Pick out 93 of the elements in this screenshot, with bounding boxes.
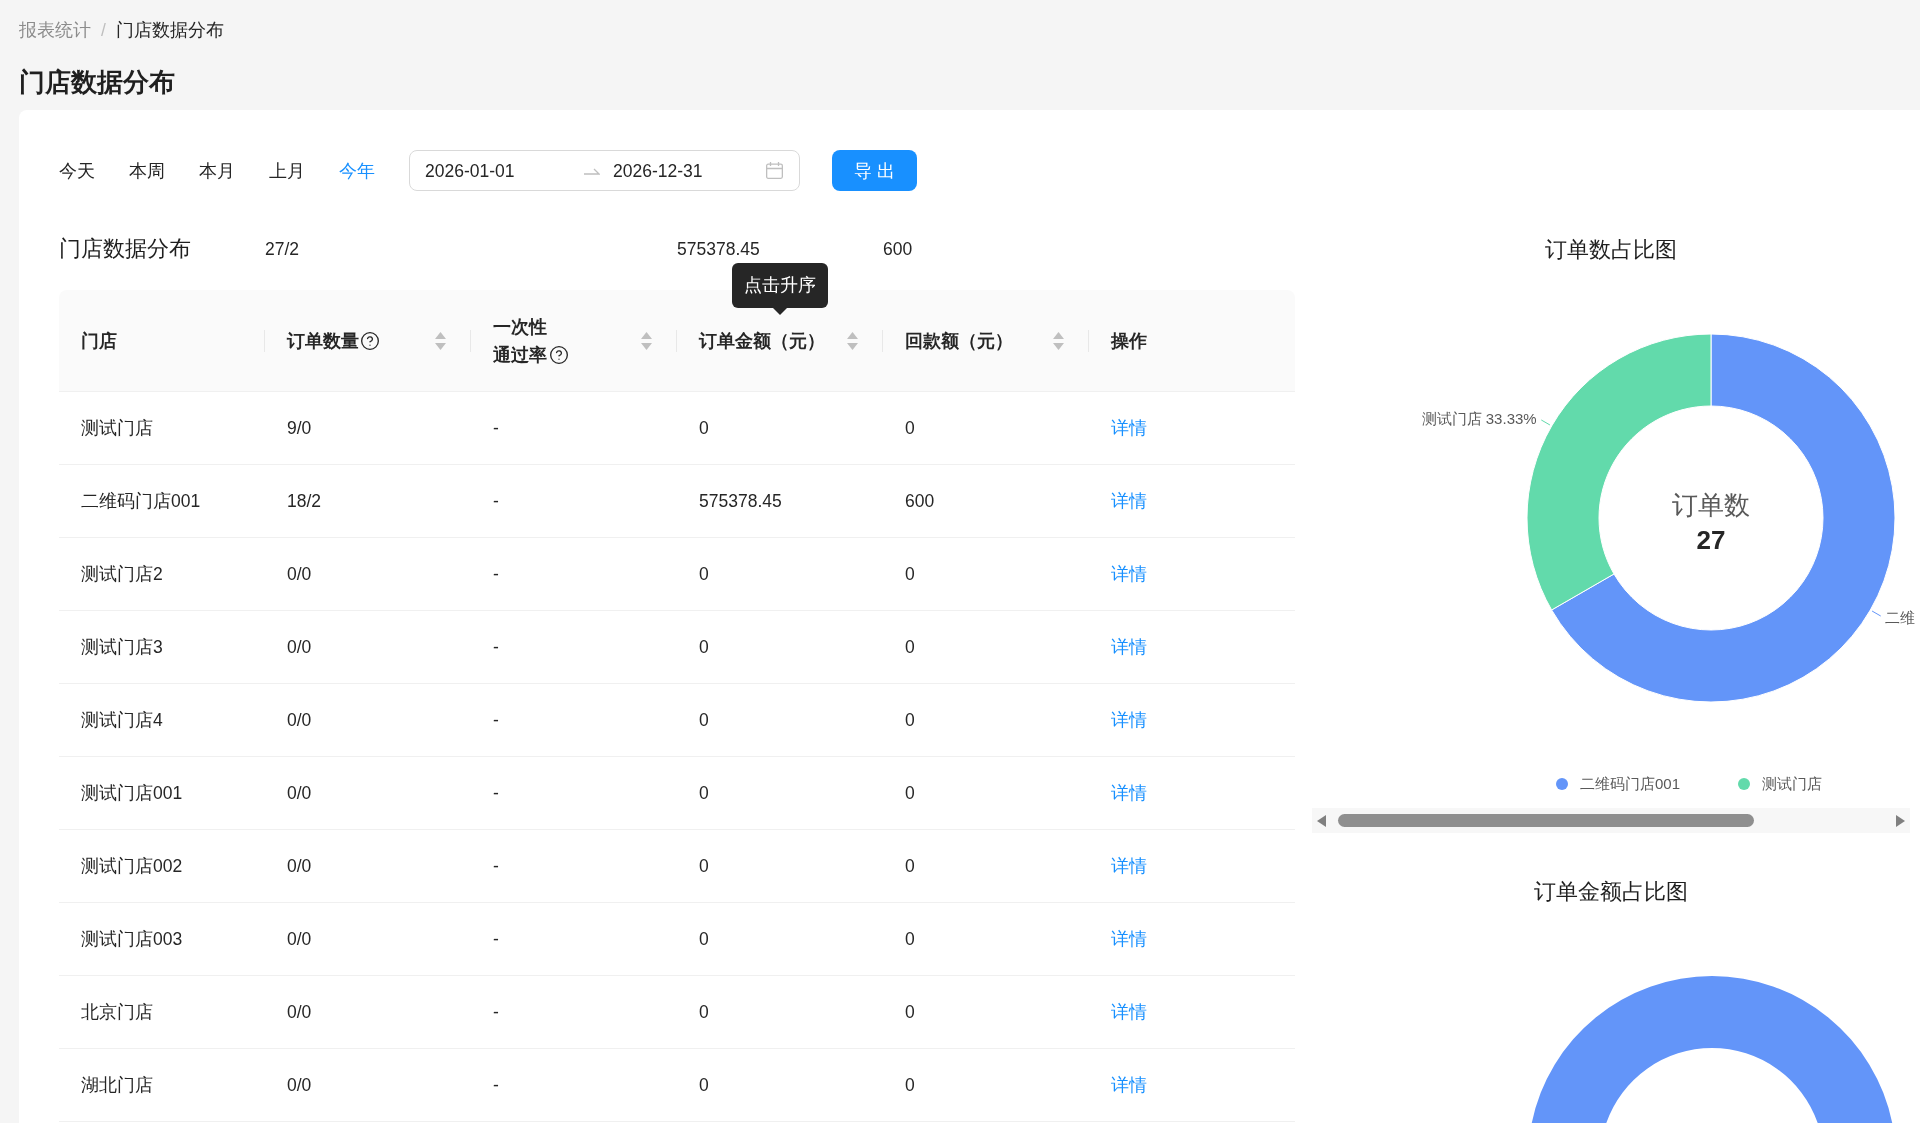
chart-title: 订单数占比图 bbox=[1545, 237, 1677, 264]
table-cell: - bbox=[493, 928, 499, 949]
summary-title: 门店数据分布 bbox=[59, 237, 191, 261]
table-cell: 测试门店3 bbox=[81, 636, 163, 657]
table-cell: 测试门店001 bbox=[81, 782, 183, 803]
summary-order-amount: 575378.45 bbox=[677, 238, 760, 259]
table-cell: 0/0 bbox=[287, 928, 312, 949]
table-cell: 测试门店003 bbox=[81, 928, 183, 949]
table-cell: - bbox=[493, 417, 499, 438]
table-cell: 0 bbox=[905, 1001, 915, 1022]
slice-label: 测试门店 33.33% bbox=[1421, 410, 1537, 427]
end-date-input[interactable]: 2026-12-31 bbox=[613, 158, 763, 183]
summary-order-count: 27/2 bbox=[265, 238, 300, 259]
legend-label[interactable]: 二维码门店001 bbox=[1580, 774, 1681, 794]
date-filter-tab[interactable]: 本月 bbox=[199, 158, 235, 183]
column-header[interactable]: 订单数量 bbox=[287, 326, 359, 355]
page-title: 门店数据分布 bbox=[19, 66, 175, 99]
start-date-input[interactable]: 2026-01-01 bbox=[425, 158, 575, 183]
table-cell: 0 bbox=[699, 1074, 709, 1095]
table-cell: 0/0 bbox=[287, 709, 312, 730]
tooltip: 点击升序 bbox=[732, 263, 828, 315]
help-icon[interactable] bbox=[549, 344, 569, 365]
scrollbar-track[interactable] bbox=[1312, 808, 1910, 833]
column-header[interactable]: 订单金额（元） bbox=[699, 326, 825, 355]
table-cell: 0/0 bbox=[287, 782, 312, 803]
scrollbar-thumb[interactable] bbox=[1338, 814, 1754, 827]
table-cell: 600 bbox=[905, 490, 935, 511]
table-cell: 18/2 bbox=[287, 490, 322, 511]
table-cell: 0 bbox=[699, 928, 709, 949]
table-cell: 0/0 bbox=[287, 563, 312, 584]
table-cell: 湖北门店 bbox=[81, 1074, 153, 1095]
summary-refund-amount: 600 bbox=[883, 238, 913, 259]
sort-icon[interactable] bbox=[847, 331, 858, 350]
scroll-left-icon[interactable] bbox=[1317, 814, 1326, 827]
table-cell: 0 bbox=[699, 563, 709, 584]
table-cell: 测试门店 bbox=[81, 417, 153, 438]
table-cell: 0 bbox=[699, 782, 709, 803]
table-cell: - bbox=[493, 1001, 499, 1022]
table-cell: 二维码门店001 bbox=[81, 490, 201, 511]
table-cell: - bbox=[493, 490, 499, 511]
table-cell: 0/0 bbox=[287, 855, 312, 876]
date-filter-tab[interactable]: 今天 bbox=[59, 158, 95, 183]
sort-icon[interactable] bbox=[1053, 331, 1064, 350]
table-cell: 0 bbox=[905, 1074, 915, 1095]
table-cell: - bbox=[493, 636, 499, 657]
table-cell: 0 bbox=[699, 1001, 709, 1022]
date-range-picker[interactable]: 2026-01-01 2026-12-31 bbox=[409, 150, 800, 191]
table-cell: 0 bbox=[699, 855, 709, 876]
column-header[interactable]: 回款额（元） bbox=[905, 326, 1013, 355]
arrow-right-icon bbox=[584, 166, 600, 175]
sort-icon[interactable] bbox=[641, 331, 652, 350]
sort-icon[interactable] bbox=[435, 331, 446, 350]
table-cell: - bbox=[493, 563, 499, 584]
table-cell: 0 bbox=[699, 709, 709, 730]
table-cell: 0 bbox=[699, 417, 709, 438]
table-cell: - bbox=[493, 709, 499, 730]
date-filter-tab[interactable]: 本周 bbox=[129, 158, 165, 183]
table-cell: 测试门店4 bbox=[81, 709, 163, 730]
table-cell: - bbox=[493, 855, 499, 876]
table-cell: 0 bbox=[905, 636, 915, 657]
table-cell: - bbox=[493, 1074, 499, 1095]
breadcrumb-item: 门店数据分布 bbox=[115, 19, 224, 41]
column-header: 操作 bbox=[1111, 329, 1147, 353]
breadcrumb-separator: / bbox=[101, 19, 106, 41]
column-header[interactable]: 一次性通过率 bbox=[493, 312, 548, 369]
table-cell: 9/0 bbox=[287, 417, 312, 438]
calendar-icon bbox=[766, 162, 783, 179]
table-cell: 0/0 bbox=[287, 636, 312, 657]
table-cell: - bbox=[493, 782, 499, 803]
center-value: 27 bbox=[1696, 525, 1726, 555]
help-icon[interactable] bbox=[360, 330, 380, 351]
table-cell: 测试门店002 bbox=[81, 855, 183, 876]
legend-label[interactable]: 测试门店 bbox=[1762, 774, 1823, 794]
table-cell: 0 bbox=[905, 782, 915, 803]
leader-line bbox=[1540, 419, 1551, 426]
slice-label: 二维 bbox=[1885, 609, 1916, 626]
table-cell: 0 bbox=[905, 855, 915, 876]
column-header: 门店 bbox=[81, 329, 117, 353]
table-cell: 0/0 bbox=[287, 1001, 312, 1022]
table-cell: 0/0 bbox=[287, 1074, 312, 1095]
table-cell: 0 bbox=[905, 417, 915, 438]
chart-title: 订单金额占比图 bbox=[1534, 879, 1688, 906]
center-label: 订单数 bbox=[1672, 490, 1750, 520]
date-filter-tab[interactable]: 上月 bbox=[269, 158, 305, 183]
table-cell: 0 bbox=[905, 928, 915, 949]
table-cell: 0 bbox=[905, 563, 915, 584]
table-cell: 575378.45 bbox=[699, 490, 782, 511]
scroll-right-icon[interactable] bbox=[1896, 814, 1905, 827]
table-cell: 北京门店 bbox=[81, 1001, 153, 1022]
table-cell: 0 bbox=[905, 709, 915, 730]
table-cell: 0 bbox=[699, 636, 709, 657]
leader-line bbox=[1871, 610, 1882, 617]
table-cell: 测试门店2 bbox=[81, 563, 163, 584]
